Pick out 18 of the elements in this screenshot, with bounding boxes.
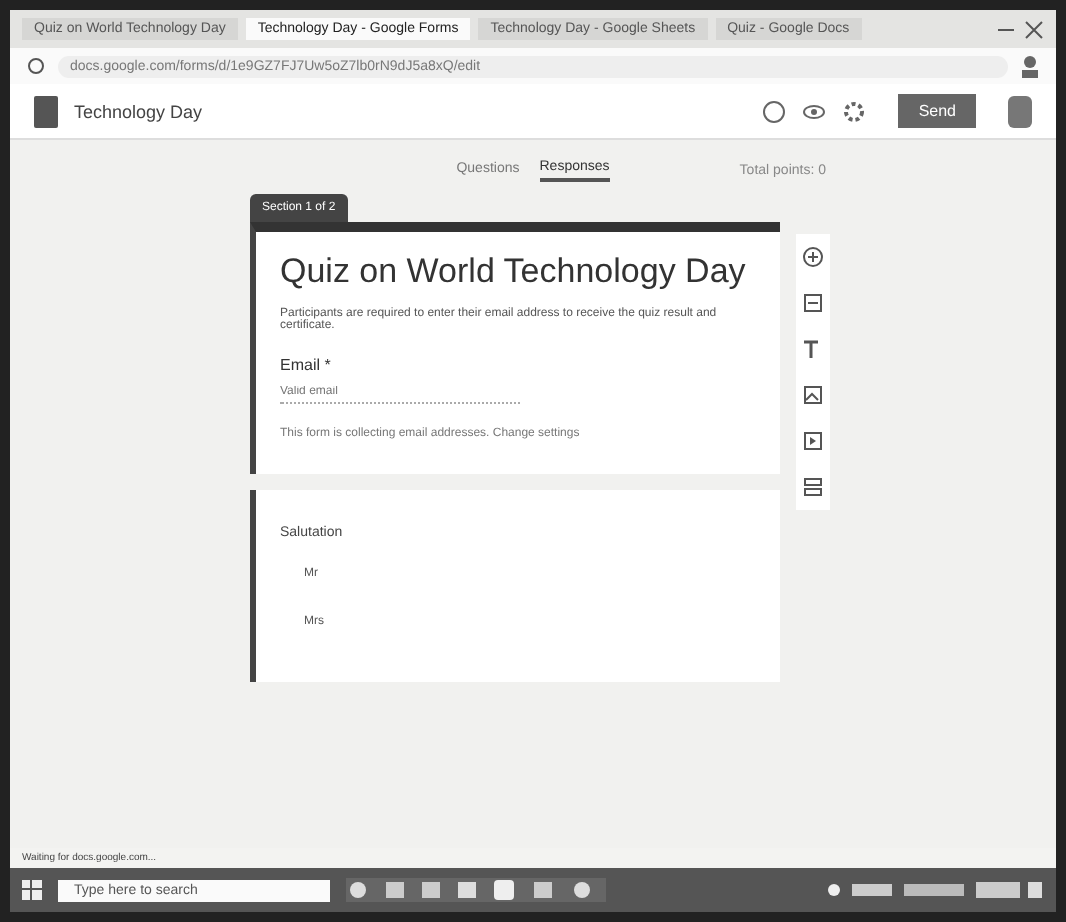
video-icon[interactable] bbox=[802, 430, 824, 452]
send-button[interactable]: Send bbox=[898, 94, 976, 128]
settings-icon[interactable] bbox=[842, 99, 867, 123]
eye-icon[interactable] bbox=[802, 99, 827, 123]
section-icon[interactable] bbox=[802, 476, 824, 498]
add-icon[interactable] bbox=[802, 246, 824, 268]
email-label: Email * bbox=[280, 356, 333, 374]
document-icon[interactable] bbox=[34, 95, 58, 127]
close-icon[interactable] bbox=[1024, 19, 1044, 39]
windows-icon[interactable] bbox=[22, 880, 42, 900]
reload-icon[interactable] bbox=[26, 56, 46, 76]
image-icon[interactable] bbox=[802, 384, 824, 406]
taskbar-apps-drawing[interactable] bbox=[346, 878, 606, 902]
form-title[interactable]: Technology Day bbox=[74, 101, 203, 121]
form-card[interactable] bbox=[250, 222, 780, 474]
quiz-title[interactable]: Quiz on World Technology Day bbox=[280, 252, 756, 292]
text-icon[interactable] bbox=[802, 338, 824, 360]
profile-icon[interactable] bbox=[1020, 54, 1040, 78]
